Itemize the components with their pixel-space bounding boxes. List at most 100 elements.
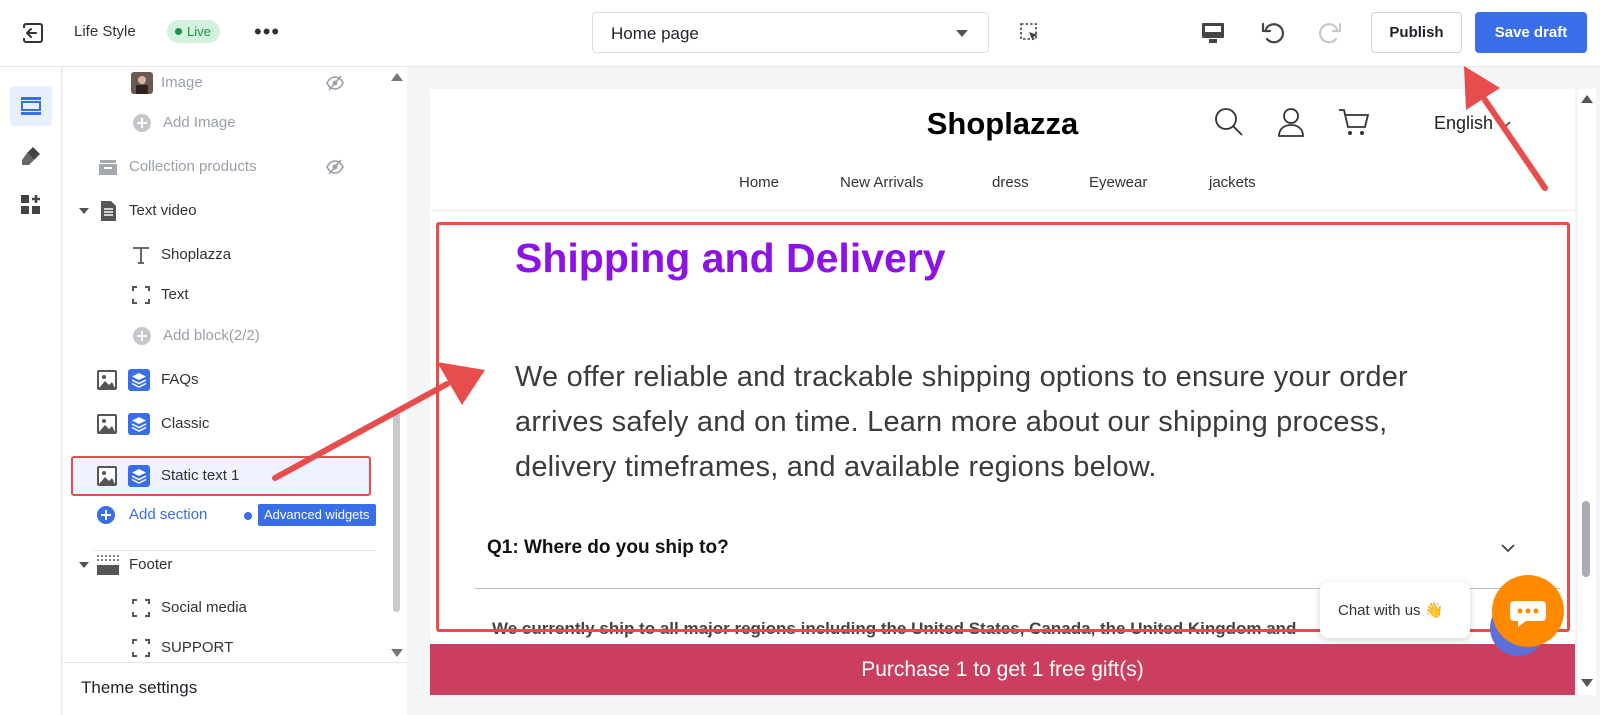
tree-item-label: Collection products [129,158,257,175]
nav-link-eyewear[interactable]: Eyewear [1089,174,1147,191]
frame-icon [130,597,152,619]
theme-brush-icon[interactable] [10,136,52,176]
image-icon [96,369,118,391]
add-section-label: Add section [129,506,208,523]
section-highlight-frame [436,222,1570,632]
add-circle-icon [131,112,153,134]
page-select[interactable]: Home page [592,12,989,53]
hidden-eye-icon[interactable] [325,73,345,97]
store-name: Life Style [74,23,136,40]
tree-item-text[interactable]: Text [63,277,407,313]
section-tree: Image Add Image Collection products Text… [63,67,407,662]
chat-bubble[interactable]: Chat with us 👋 [1320,582,1470,638]
collection-icon [97,156,119,178]
add-image-button[interactable]: Add Image [63,105,407,141]
collapse-caret-icon[interactable] [79,562,89,568]
layers-icon [128,369,150,391]
top-bar: Life Style Live ••• Home page Publish Sa… [0,0,1600,67]
tree-item-image[interactable]: Image [63,67,407,101]
more-options-icon[interactable]: ••• [254,19,280,45]
document-icon [97,200,119,222]
account-icon[interactable] [1276,107,1306,142]
status-badge-label: Live [187,24,211,39]
hidden-eye-icon[interactable] [325,157,345,181]
add-image-label: Add Image [163,114,236,131]
nav-link-home[interactable]: Home [739,174,779,191]
tree-item-label: SUPPORT [161,639,234,656]
image-icon [96,413,118,435]
footer-layout-icon [96,554,119,576]
tree-item-text-video[interactable]: Text video [63,193,407,229]
layers-icon [128,413,150,435]
sections-icon[interactable] [10,86,52,126]
layers-icon [128,465,150,487]
scroll-thumb[interactable] [393,412,400,612]
tree-item-label: Footer [129,556,173,573]
theme-settings-button[interactable]: Theme settings [63,662,407,715]
tree-item-classic[interactable]: Classic [63,406,407,442]
tree-item-static-text-1[interactable]: Static text 1 [63,458,407,494]
tree-item-social-media[interactable]: Social media [63,590,407,626]
status-badge: Live [167,20,220,43]
image-icon [96,465,118,487]
tree-item-label: Text [161,286,189,303]
tree-item-label: Text video [129,202,197,219]
tree-item-shoplazza[interactable]: Shoplazza [63,237,407,273]
preview-scrollbar[interactable] [1578,89,1596,695]
promo-banner[interactable]: Purchase 1 to get 1 free gift(s) [430,644,1575,695]
search-icon[interactable] [1214,107,1244,142]
language-label: English [1434,113,1494,133]
language-selector[interactable]: English [1434,113,1512,134]
scroll-down-icon[interactable] [391,649,403,657]
redo-icon[interactable] [1315,18,1345,48]
scroll-up-icon[interactable] [391,73,403,81]
chat-icon [1510,601,1546,627]
chat-button[interactable] [1492,575,1564,647]
nav-link-dress[interactable]: dress [992,174,1029,191]
chevron-down-icon [956,30,968,37]
apps-icon[interactable] [10,185,52,225]
add-block-button[interactable]: Add block(2/2) [63,318,407,354]
tree-item-label: Social media [161,599,247,616]
nav-link-jackets[interactable]: jackets [1209,174,1256,191]
exit-icon[interactable] [20,20,46,46]
undo-icon[interactable] [1258,18,1288,48]
frame-icon [130,637,152,659]
tree-item-label: Shoplazza [161,246,232,263]
tree-item-label: FAQs [161,371,199,388]
theme-settings-label: Theme settings [81,678,198,697]
header-divider [430,210,1575,211]
save-draft-button[interactable]: Save draft [1475,12,1587,53]
sidebar-scrollbar[interactable] [388,67,406,662]
nav-link-new-arrivals[interactable]: New Arrivals [840,174,923,191]
advanced-dot [244,512,252,520]
add-circle-icon [131,325,153,347]
scroll-down-icon[interactable] [1581,679,1593,687]
tree-item-footer[interactable]: Footer [63,547,407,583]
store-logo[interactable]: Shoplazza [430,106,1575,142]
scroll-up-icon[interactable] [1581,95,1593,103]
tree-item-support[interactable]: SUPPORT [63,630,407,662]
status-dot [175,28,182,35]
add-block-label: Add block(2/2) [163,327,260,344]
chat-bubble-text: Chat with us 👋 [1338,602,1444,619]
text-type-icon [130,244,152,266]
inspect-select-icon[interactable] [1018,21,1042,45]
add-circle-icon [95,504,117,526]
cart-icon[interactable] [1338,107,1370,142]
left-rail [0,67,62,715]
desktop-preview-icon[interactable] [1198,18,1228,48]
tree-item-collection-products[interactable]: Collection products [63,149,407,185]
tree-item-label: Classic [161,415,210,432]
tree-item-faqs[interactable]: FAQs [63,362,407,398]
collapse-caret-icon[interactable] [79,208,89,214]
tree-item-label: Static text 1 [161,467,240,484]
publish-button[interactable]: Publish [1371,12,1462,53]
image-thumbnail-icon [131,72,153,94]
advanced-widgets-badge[interactable]: Advanced widgets [258,504,376,526]
page-select-value: Home page [611,24,699,43]
frame-icon [130,284,152,306]
scroll-thumb[interactable] [1582,501,1590,577]
chevron-down-icon [1501,121,1511,128]
tree-item-label: Image [161,74,203,91]
